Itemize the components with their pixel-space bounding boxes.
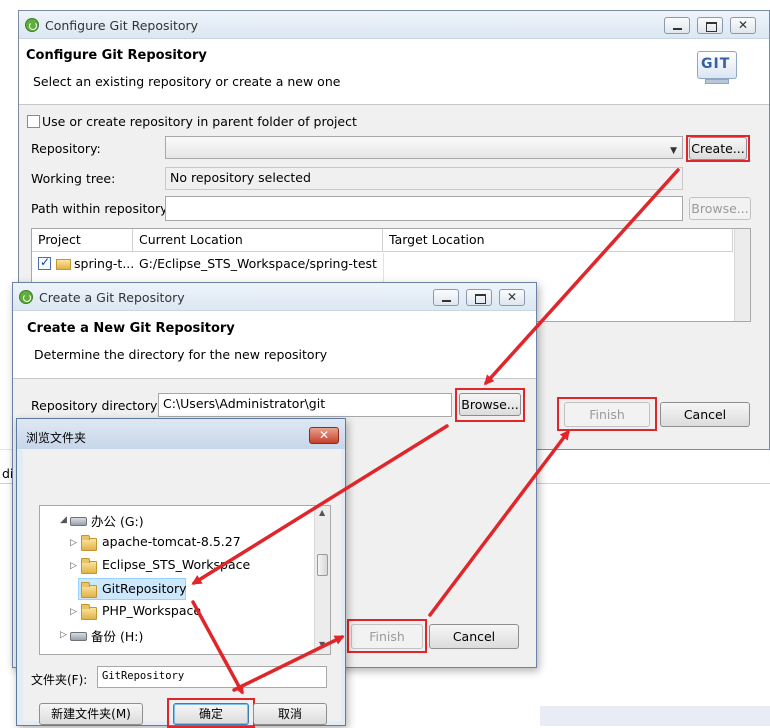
maximize-button[interactable] xyxy=(697,17,723,34)
tree-item-drive-h[interactable]: ▷ 备份 (H:) xyxy=(40,625,310,645)
folder-tree-scrollbar[interactable]: ▲ ▼ xyxy=(314,506,330,654)
folder-dialog-titlebar[interactable]: 浏览文件夹 ✕ xyxy=(17,419,345,449)
git-logo-icon: GIT xyxy=(697,51,739,87)
repository-directory-label: Repository directory: xyxy=(31,398,161,413)
minimize-button[interactable] xyxy=(433,289,459,306)
header-description: Select an existing repository or create … xyxy=(33,74,341,89)
create-header-description: Determine the directory for the new repo… xyxy=(34,347,328,362)
tree-item-label: Eclipse_STS_Workspace xyxy=(102,557,251,572)
tree-expand-arrow-icon[interactable]: ◢ xyxy=(60,515,67,525)
tree-item-label: apache-tomcat-8.5.27 xyxy=(102,534,241,549)
configure-cancel-button[interactable]: Cancel xyxy=(660,402,750,427)
scroll-up-arrow-icon: ▲ xyxy=(319,508,326,517)
minimize-button[interactable] xyxy=(664,17,690,34)
folder-icon xyxy=(81,604,97,620)
browse-button-highlight xyxy=(455,388,525,422)
git-logo-text: GIT xyxy=(701,56,731,72)
create-header: Create a New Git Repository Determine th… xyxy=(13,311,536,379)
repository-dropdown[interactable]: ▼ xyxy=(165,136,683,159)
close-button[interactable]: ✕ xyxy=(309,427,339,444)
folder-icon xyxy=(81,558,97,574)
use-parent-folder-label: Use or create repository in parent folde… xyxy=(42,114,357,129)
configure-finish-highlight xyxy=(557,397,657,431)
project-current-location: G:/Eclipse_STS_Workspace/spring-test xyxy=(139,256,377,271)
browse-folder-dialog: 浏览文件夹 ✕ ▲ ▼ ◢ 办公 (G:) ▷ apache-tomcat-8.… xyxy=(16,418,346,728)
folder-cancel-button[interactable]: 取消 xyxy=(253,703,327,725)
scroll-down-arrow-icon: ▼ xyxy=(319,640,326,649)
create-window-title: Create a Git Repository xyxy=(39,290,185,305)
working-tree-field: No repository selected xyxy=(165,167,683,190)
tree-expand-arrow-icon[interactable]: ▷ xyxy=(60,630,67,640)
scroll-thumb[interactable] xyxy=(317,554,328,576)
repository-label: Repository: xyxy=(31,141,101,156)
create-cancel-button[interactable]: Cancel xyxy=(429,624,519,649)
tree-item-apache-tomcat[interactable]: ▷ apache-tomcat-8.5.27 xyxy=(40,533,310,553)
working-tree-label: Working tree: xyxy=(31,171,116,186)
folder-tree[interactable]: ▲ ▼ ◢ 办公 (G:) ▷ apache-tomcat-8.5.27 ▷ E… xyxy=(39,505,331,655)
tree-expand-arrow-icon[interactable]: ▷ xyxy=(70,561,77,571)
create-finish-highlight xyxy=(347,619,427,653)
configure-titlebar[interactable]: Configure Git Repository ✕ xyxy=(19,11,769,39)
project-folder-icon xyxy=(56,259,71,270)
create-titlebar[interactable]: Create a Git Repository ✕ xyxy=(13,283,536,311)
spring-app-icon xyxy=(19,290,33,304)
tree-item-eclipse-workspace[interactable]: ▷ Eclipse_STS_Workspace xyxy=(40,556,310,576)
create-header-title: Create a New Git Repository xyxy=(27,321,235,336)
new-folder-button[interactable]: 新建文件夹(M) xyxy=(39,703,143,725)
folder-name-label: 文件夹(F): xyxy=(31,673,88,687)
configure-header: Configure Git Repository Select an exist… xyxy=(19,39,769,105)
tree-expand-arrow-icon[interactable]: ▷ xyxy=(70,607,77,617)
maximize-button[interactable] xyxy=(466,289,492,306)
table-header-target-location[interactable]: Target Location xyxy=(383,229,733,252)
table-scrollbar[interactable] xyxy=(734,229,750,321)
drive-icon xyxy=(70,632,87,641)
project-name: spring-t... xyxy=(74,256,135,271)
table-header-project[interactable]: Project xyxy=(32,229,133,252)
tree-item-label: PHP_Workspace xyxy=(102,603,202,618)
tree-item-label: 备份 (H:) xyxy=(91,629,144,644)
folder-name-input[interactable]: GitRepository xyxy=(97,666,327,688)
table-header-current-location[interactable]: Current Location xyxy=(133,229,383,252)
create-button-highlight xyxy=(686,135,750,162)
path-within-repository-label: Path within repository: xyxy=(31,201,171,216)
tree-item-gitrepository-selected[interactable]: GitRepository xyxy=(78,578,187,600)
folder-icon xyxy=(81,582,97,598)
header-title: Configure Git Repository xyxy=(26,48,207,63)
repository-directory-input[interactable]: C:\Users\Administrator\git xyxy=(158,393,452,417)
tree-item-php-workspace[interactable]: ▷ PHP_Workspace xyxy=(40,602,310,622)
close-button[interactable]: ✕ xyxy=(730,17,756,34)
ok-button-highlight xyxy=(167,698,255,728)
tree-item-label: GitRepository xyxy=(102,581,187,596)
window-title: Configure Git Repository xyxy=(45,18,199,33)
background-bottom-strip xyxy=(540,706,770,726)
tree-item-drive-g[interactable]: ◢ 办公 (G:) xyxy=(40,510,310,530)
project-checkbox[interactable] xyxy=(38,255,51,270)
folder-dialog-title: 浏览文件夹 xyxy=(26,431,87,445)
spring-app-icon xyxy=(25,18,39,32)
tree-expand-arrow-icon[interactable]: ▷ xyxy=(70,538,77,548)
chevron-down-icon: ▼ xyxy=(670,146,677,156)
drive-icon xyxy=(70,517,87,526)
folder-icon xyxy=(81,535,97,551)
use-parent-folder-checkbox[interactable] xyxy=(27,115,40,128)
tree-item-label: 办公 (G:) xyxy=(91,514,144,529)
path-within-repository-input[interactable] xyxy=(165,196,683,221)
close-button[interactable]: ✕ xyxy=(499,289,525,306)
path-browse-button[interactable]: Browse... xyxy=(689,197,751,220)
